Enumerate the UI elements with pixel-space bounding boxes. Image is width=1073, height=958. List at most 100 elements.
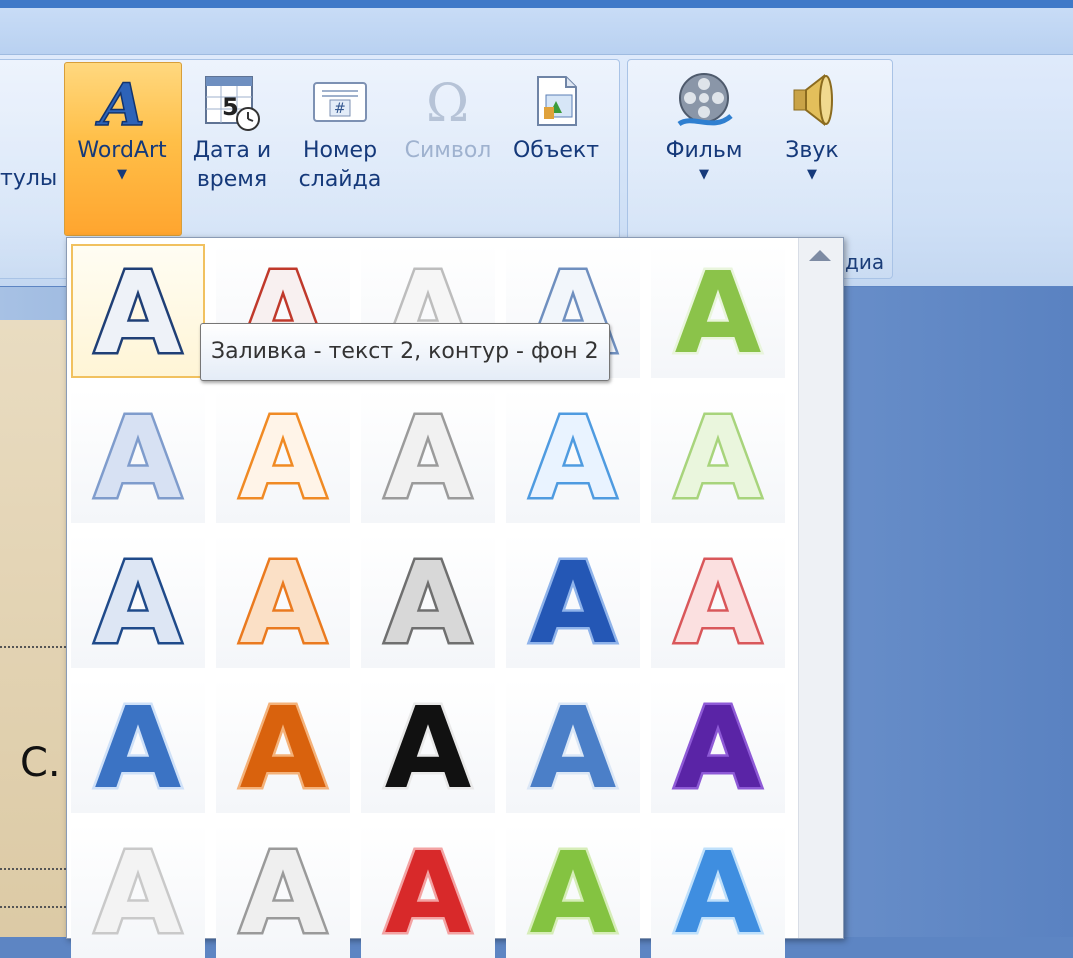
wordart-style-3-3[interactable]: A xyxy=(361,534,495,668)
svg-text:5: 5 xyxy=(222,93,239,121)
wordart-style-letter: A xyxy=(385,691,472,801)
svg-text:A: A xyxy=(95,71,145,133)
wordart-style-glyph: A xyxy=(237,691,329,801)
media-group-label: диа xyxy=(845,250,885,274)
wordart-style-2-1[interactable]: A xyxy=(71,389,205,523)
wordart-style-glyph: A xyxy=(237,546,329,656)
wordart-style-glyph: A xyxy=(92,546,184,656)
wordart-style-letter: A xyxy=(530,836,617,946)
slide-number-button[interactable]: # Номер слайда xyxy=(292,66,388,194)
title-bar-strip xyxy=(0,0,1073,8)
date-time-label-line1: Дата и xyxy=(192,138,272,163)
wordart-style-glyph: A xyxy=(672,546,764,656)
wordart-style-glyph: A xyxy=(92,401,184,511)
slide-number-label-line2: слайда xyxy=(298,167,382,192)
wordart-style-5-4[interactable]: A xyxy=(506,824,640,958)
wordart-button[interactable]: A WordArt ▼ xyxy=(66,66,178,185)
wordart-label: WordArt xyxy=(77,138,167,163)
wordart-icon: A xyxy=(66,66,178,136)
wordart-style-glyph: A xyxy=(382,691,474,801)
calendar-clock-icon: 5 xyxy=(188,66,276,136)
film-reel-icon xyxy=(656,66,752,136)
wordart-style-letter: A xyxy=(675,836,762,946)
speaker-icon xyxy=(770,66,854,136)
wordart-style-4-3[interactable]: A xyxy=(361,679,495,813)
placeholder-border xyxy=(0,868,70,870)
svg-text:#: # xyxy=(334,101,346,117)
wordart-style-4-2[interactable]: A xyxy=(216,679,350,813)
wordart-style-glyph: A xyxy=(672,256,764,366)
wordart-style-letter: A xyxy=(240,546,327,656)
wordart-style-letter: A xyxy=(240,401,327,511)
wordart-style-5-5[interactable]: A xyxy=(651,824,785,958)
wordart-style-letter: A xyxy=(385,401,472,511)
wordart-style-5-1[interactable]: A xyxy=(71,824,205,958)
slide-text: С. xyxy=(20,740,61,786)
wordart-style-glyph: A xyxy=(92,256,184,366)
wordart-style-5-3[interactable]: A xyxy=(361,824,495,958)
wordart-style-glyph: A xyxy=(527,546,619,656)
wordart-style-glyph: A xyxy=(237,836,329,946)
wordart-style-letter: A xyxy=(95,836,182,946)
wordart-style-4-1[interactable]: A xyxy=(71,679,205,813)
chevron-down-icon: ▼ xyxy=(807,167,817,182)
sound-label: Звук xyxy=(785,138,839,163)
style-tooltip: Заливка - текст 2, контур - фон 2 xyxy=(200,323,610,381)
wordart-style-glyph: A xyxy=(382,401,474,511)
sound-button[interactable]: Звук ▼ xyxy=(770,66,854,185)
ribbon-tab-bar xyxy=(0,8,1073,55)
scroll-up-arrow-icon[interactable] xyxy=(809,250,831,261)
object-icon xyxy=(506,66,606,136)
wordart-style-glyph: A xyxy=(527,691,619,801)
symbol-button[interactable]: Ω Символ xyxy=(398,66,498,165)
wordart-style-glyph: A xyxy=(382,836,474,946)
wordart-style-glyph: A xyxy=(382,546,474,656)
wordart-style-glyph: A xyxy=(237,401,329,511)
wordart-style-letter: A xyxy=(530,691,617,801)
header-footer-button-label[interactable]: тулы xyxy=(0,166,57,191)
object-label: Объект xyxy=(512,138,600,163)
wordart-style-glyph: A xyxy=(672,691,764,801)
chevron-down-icon: ▼ xyxy=(117,167,127,182)
wordart-style-letter: A xyxy=(95,691,182,801)
wordart-style-2-3[interactable]: A xyxy=(361,389,495,523)
wordart-style-glyph: A xyxy=(672,836,764,946)
wordart-style-2-2[interactable]: A xyxy=(216,389,350,523)
wordart-style-3-4[interactable]: A xyxy=(506,534,640,668)
film-button[interactable]: Фильм ▼ xyxy=(656,66,752,185)
wordart-style-letter: A xyxy=(675,546,762,656)
film-label: Фильм xyxy=(665,138,743,163)
gallery-scrollbar[interactable] xyxy=(798,238,843,938)
wordart-style-glyph: A xyxy=(527,401,619,511)
object-button[interactable]: Объект xyxy=(506,66,606,165)
wordart-style-1-1[interactable]: A xyxy=(71,244,205,378)
wordart-style-glyph: A xyxy=(672,401,764,511)
wordart-style-letter: A xyxy=(675,256,762,366)
wordart-style-1-5[interactable]: A xyxy=(651,244,785,378)
wordart-style-2-5[interactable]: A xyxy=(651,389,785,523)
wordart-style-5-2[interactable]: A xyxy=(216,824,350,958)
placeholder-border xyxy=(0,906,70,908)
wordart-style-3-5[interactable]: A xyxy=(651,534,785,668)
wordart-style-glyph: A xyxy=(92,691,184,801)
svg-text:Ω: Ω xyxy=(426,74,469,133)
placeholder-border xyxy=(0,646,70,648)
slide-number-icon: # xyxy=(292,66,388,136)
slide-number-label-line1: Номер xyxy=(302,138,378,163)
wordart-style-letter: A xyxy=(675,691,762,801)
chevron-down-icon: ▼ xyxy=(699,167,709,182)
wordart-style-letter: A xyxy=(95,546,182,656)
wordart-style-2-4[interactable]: A xyxy=(506,389,640,523)
omega-icon: Ω xyxy=(398,66,498,136)
wordart-style-4-5[interactable]: A xyxy=(651,679,785,813)
wordart-style-letter: A xyxy=(95,401,182,511)
wordart-style-letter: A xyxy=(240,836,327,946)
wordart-style-3-2[interactable]: A xyxy=(216,534,350,668)
symbol-label: Символ xyxy=(404,138,492,163)
wordart-style-3-1[interactable]: A xyxy=(71,534,205,668)
wordart-style-letter: A xyxy=(530,546,617,656)
date-time-button[interactable]: 5 Дата и время xyxy=(188,66,276,194)
wordart-style-letter: A xyxy=(385,836,472,946)
wordart-style-4-4[interactable]: A xyxy=(506,679,640,813)
wordart-style-glyph: A xyxy=(527,836,619,946)
